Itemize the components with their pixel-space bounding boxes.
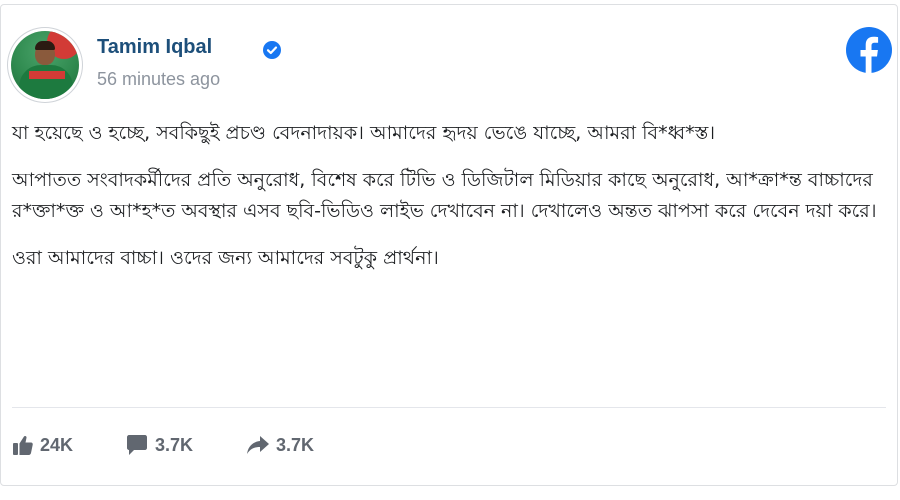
like-count: 24K <box>40 434 74 455</box>
facebook-logo-icon[interactable] <box>846 27 892 73</box>
post-paragraph: যা হয়েছে ও হচ্ছে, সবকিছুই প্রচণ্ড বেদনা… <box>12 122 716 144</box>
comment-stat[interactable]: 3.7K <box>125 433 193 457</box>
post-paragraph: ওরা আমাদের বাচ্চা। ওদের জন্য আমাদের সবটু… <box>12 247 439 269</box>
share-count: 3.7K <box>276 434 315 455</box>
post-timestamp[interactable]: 56 minutes ago <box>97 69 220 90</box>
share-icon <box>247 436 269 454</box>
author-name[interactable]: Tamim Iqbal <box>97 36 212 59</box>
comment-icon <box>127 435 147 455</box>
divider <box>12 407 886 408</box>
like-icon <box>13 436 33 455</box>
post-paragraph: আপাতত সংবাদকর্মীদের প্রতি অনুরোধ, বিশেষ … <box>12 169 877 222</box>
post-body: যা হয়েছে ও হচ্ছে, সবকিছুই প্রচণ্ড বেদনা… <box>12 118 892 290</box>
avatar-photo <box>11 31 79 99</box>
avatar[interactable] <box>8 28 82 102</box>
like-stat[interactable]: 24K <box>12 433 73 457</box>
comment-count: 3.7K <box>155 434 194 455</box>
verified-badge-icon <box>263 41 281 59</box>
share-stat[interactable]: 3.7K <box>246 433 314 457</box>
